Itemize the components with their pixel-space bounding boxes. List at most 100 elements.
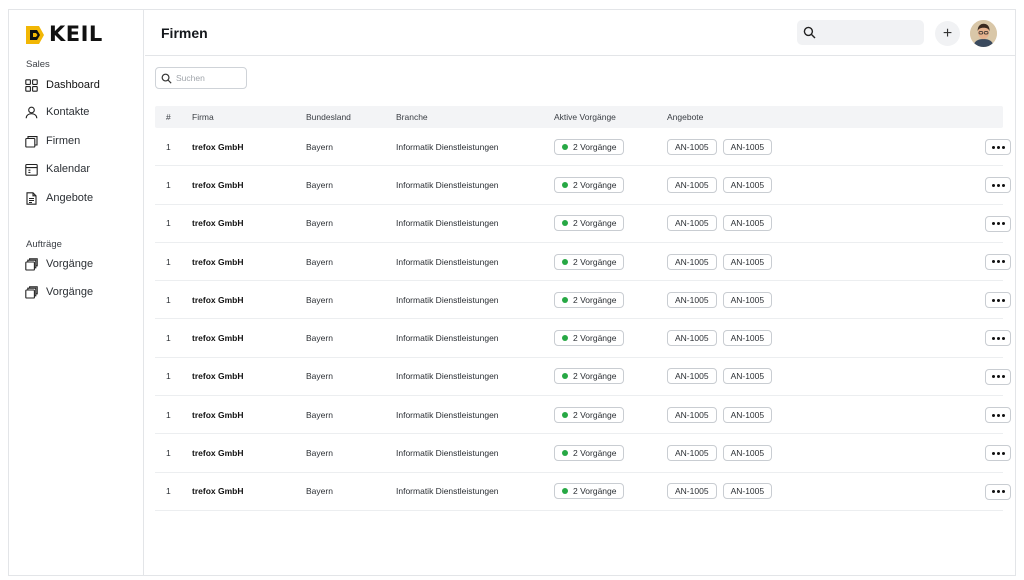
column-header-number[interactable]: #	[155, 112, 192, 122]
table-row[interactable]: 1 trefox GmbH Bayern Informatik Dienstleist…	[155, 281, 1011, 320]
table-row[interactable]: 1 trefox GmbH Bayern Informatik Dienstleist…	[155, 319, 1011, 358]
sidebar-item-label: Firmen	[46, 135, 81, 147]
active-processes-label: 2 Vorgänge	[573, 409, 617, 420]
sidebar-item-kontakte[interactable]: Kontakte	[25, 104, 89, 120]
global-search-input[interactable]	[797, 20, 924, 45]
offer-badge[interactable]: AN-1005	[667, 330, 717, 347]
row-more-button[interactable]	[985, 445, 1011, 462]
company-name[interactable]: trefox GmbH	[192, 371, 306, 381]
table-row[interactable]: 1 trefox GmbH Bayern Informatik Dienstleist…	[155, 243, 1011, 282]
active-processes-label: 2 Vorgänge	[573, 371, 617, 382]
company-name[interactable]: trefox GmbH	[192, 486, 306, 496]
offer-badge[interactable]: AN-1005	[667, 215, 717, 232]
row-more-button[interactable]	[985, 139, 1011, 155]
search-icon	[803, 26, 816, 39]
company-name[interactable]: trefox GmbH	[192, 257, 306, 267]
active-processes-badge[interactable]: 2 Vorgänge	[554, 253, 625, 270]
offer-badge[interactable]: AN-1005	[722, 215, 773, 232]
table-search-field[interactable]	[155, 67, 247, 89]
offer-badge[interactable]: AN-1005	[722, 176, 773, 193]
more-dot-icon	[1001, 145, 1005, 149]
offer-badge[interactable]: AN-1005	[722, 445, 773, 462]
offer-badge[interactable]: AN-1005	[667, 176, 717, 193]
table-row[interactable]: 1 trefox GmbH Bayern Informatik Dienstleist…	[155, 128, 1011, 167]
offer-badge[interactable]: AN-1005	[667, 406, 717, 423]
active-processes-badge[interactable]: 2 Vorgänge	[554, 291, 625, 308]
offer-badge[interactable]: AN-1005	[722, 253, 773, 270]
active-processes-cell: 2 Vorgänge	[554, 483, 667, 500]
row-more-button[interactable]	[985, 368, 1011, 385]
status-dot-icon	[562, 488, 568, 495]
sidebar-item-vorgaenge-1[interactable]: Vorgänge	[25, 256, 93, 272]
row-more-button[interactable]	[985, 177, 1011, 194]
more-dot-icon	[1001, 375, 1005, 379]
row-more-button[interactable]	[985, 407, 1011, 424]
table-row[interactable]: 1 trefox GmbH Bayern Informatik Dienstleist…	[155, 434, 1011, 473]
company-name[interactable]: trefox GmbH	[192, 448, 306, 458]
table-row[interactable]: 1 trefox GmbH Bayern Informatik Dienstleist…	[155, 396, 1011, 435]
active-processes-badge[interactable]: 2 Vorgänge	[554, 483, 625, 500]
column-header-branche[interactable]: Branche	[396, 112, 554, 122]
federal-state: Bayern	[306, 179, 333, 190]
more-dot-icon	[996, 222, 1000, 226]
table-row[interactable]: 1 trefox GmbH Bayern Informatik Dienstleist…	[155, 205, 1011, 243]
avatar[interactable]	[970, 20, 997, 47]
column-header-angebote[interactable]: Angebote	[667, 112, 1003, 122]
offer-badge[interactable]: AN-1005	[722, 368, 773, 385]
active-processes-badge[interactable]: 2 Vorgänge	[554, 368, 625, 385]
offer-badge[interactable]: AN-1005	[667, 253, 717, 270]
active-processes-badge[interactable]: 2 Vorgänge	[554, 215, 625, 232]
active-processes-badge[interactable]: 2 Vorgänge	[554, 176, 625, 193]
sidebar-item-angebote[interactable]: Angebote	[25, 190, 93, 206]
brand-logo[interactable]: KEIL	[26, 24, 103, 45]
company-name[interactable]: trefox GmbH	[192, 295, 306, 305]
federal-state: Bayern	[306, 371, 333, 382]
column-header-aktive-vorgaenge[interactable]: Aktive Vorgänge	[554, 112, 667, 122]
table-row[interactable]: 1 trefox GmbH Bayern Informatik Dienstleist…	[155, 473, 1011, 511]
more-dot-icon	[996, 336, 1000, 340]
offer-badge[interactable]: AN-1005	[722, 330, 773, 347]
sidebar-item-label: Vorgänge	[46, 286, 94, 298]
offers-cell: AN-1005 AN-1005	[667, 406, 1003, 423]
table-row[interactable]: 1 trefox GmbH Bayern Informatik Dienstleist…	[155, 358, 1011, 397]
active-processes-badge[interactable]: 2 Vorgänge	[554, 445, 625, 462]
sidebar-item-kalendar[interactable]: Kalendar	[25, 161, 90, 177]
calendar-icon	[25, 163, 38, 176]
active-processes-badge[interactable]: 2 Vorgänge	[554, 406, 625, 423]
offer-badge[interactable]: AN-1005	[722, 406, 773, 423]
offer-badge[interactable]: AN-1005	[722, 291, 773, 308]
row-more-button[interactable]	[985, 330, 1011, 347]
table-search-input[interactable]	[176, 73, 242, 83]
more-dot-icon	[991, 183, 995, 187]
active-processes-badge[interactable]: 2 Vorgänge	[554, 330, 625, 347]
sidebar-item-vorgaenge-2[interactable]: Vorgänge	[25, 284, 93, 300]
offer-badge[interactable]: AN-1005	[722, 138, 773, 155]
row-more-button[interactable]	[985, 253, 1011, 270]
table-row[interactable]: 1 trefox GmbH Bayern Informatik Dienstleist…	[155, 166, 1011, 205]
column-header-bundesland[interactable]: Bundesland	[306, 112, 396, 122]
row-more-button[interactable]	[985, 292, 1011, 309]
company-name[interactable]: trefox GmbH	[192, 142, 306, 152]
offer-badge[interactable]: AN-1005	[722, 483, 773, 500]
active-processes-badge[interactable]: 2 Vorgänge	[554, 138, 625, 155]
row-more-button[interactable]	[985, 215, 1011, 232]
section-label-sales: Sales	[26, 59, 50, 70]
more-dot-icon	[991, 145, 995, 149]
company-name[interactable]: trefox GmbH	[192, 180, 306, 190]
company-name[interactable]: trefox GmbH	[192, 333, 306, 343]
company-name[interactable]: trefox GmbH	[192, 410, 306, 420]
offer-badge[interactable]: AN-1005	[667, 138, 717, 155]
app-window: KEIL Sales Dashboard Kontakte Firmen Kal…	[8, 9, 1016, 576]
offer-badge[interactable]: AN-1005	[667, 483, 717, 500]
company-name[interactable]: trefox GmbH	[192, 218, 306, 228]
offer-badge[interactable]: AN-1005	[667, 368, 717, 385]
add-button[interactable]: +	[935, 21, 960, 46]
column-header-firma[interactable]: Firma	[192, 112, 306, 122]
offers-cell: AN-1005 AN-1005	[667, 291, 1003, 308]
offer-badge[interactable]: AN-1005	[667, 445, 717, 462]
sidebar-item-firmen[interactable]: Firmen	[25, 133, 80, 149]
row-more-button[interactable]	[985, 483, 1011, 500]
table-header: # Firma Bundesland Branche Aktive Vorgän…	[155, 106, 1003, 128]
sidebar-item-dashboard[interactable]: Dashboard	[25, 77, 100, 93]
offer-badge[interactable]: AN-1005	[667, 291, 717, 308]
